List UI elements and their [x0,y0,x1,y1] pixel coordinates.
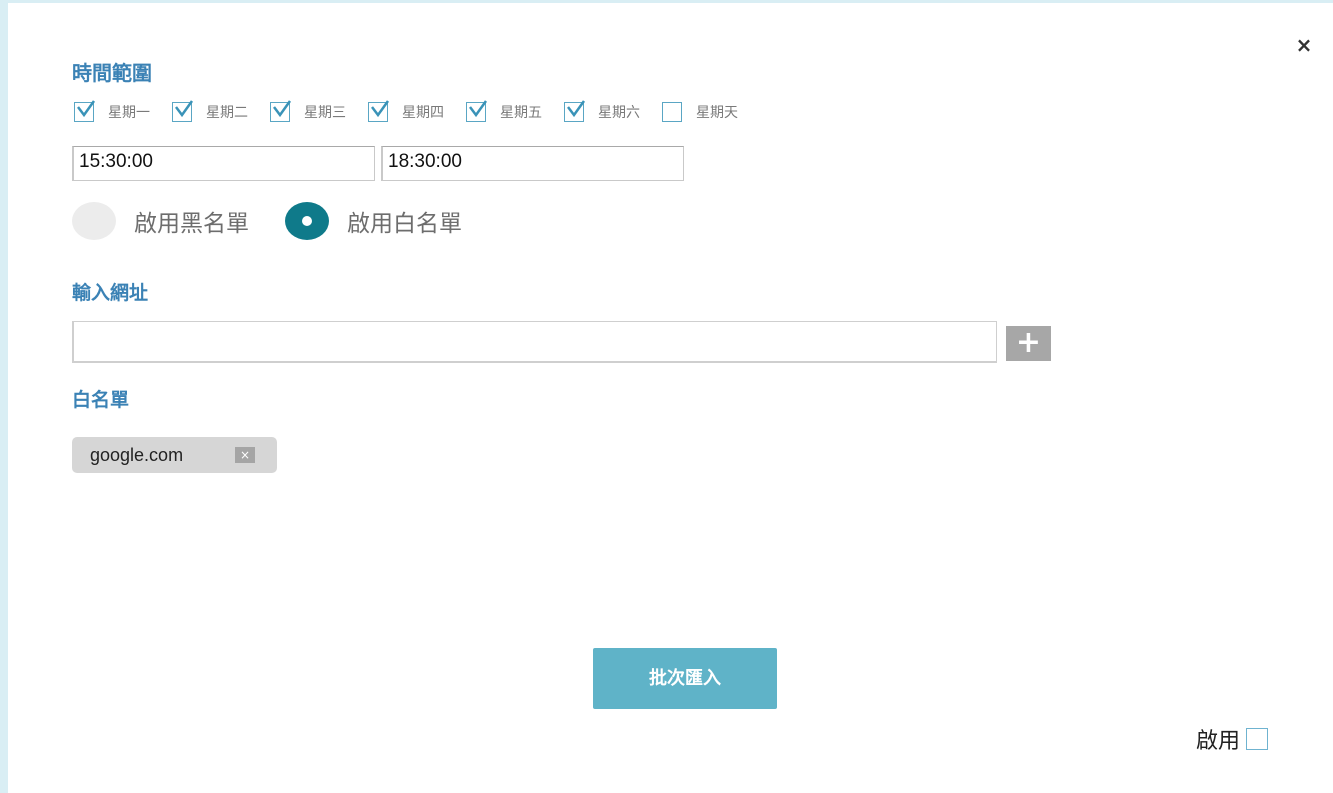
day-label: 星期三 [304,105,346,121]
checkbox-icon[interactable] [662,102,682,122]
checkbox-icon[interactable] [564,100,586,122]
time-range-title: 時間範圍 [72,61,152,85]
close-button[interactable]: × [1290,31,1318,59]
url-input[interactable] [72,321,997,363]
day-saturday[interactable]: 星期六 [564,100,640,122]
batch-import-button[interactable]: 批次匯入 [593,648,777,709]
tag-domain: google.com [90,444,184,465]
checkbox-icon[interactable] [368,100,390,122]
enable-label: 啟用 [1196,729,1241,754]
whitelist-option[interactable]: 啟用白名單 [285,202,462,240]
whitelist-dialog: × 時間範圍 星期一 星期二 星期三 星期四 星期五 星期六 星期天 15:30… [0,0,1333,793]
checkbox-icon[interactable] [270,100,292,122]
day-label: 星期五 [500,105,542,121]
checkbox-icon[interactable] [74,100,96,122]
radio-unselected-icon[interactable] [72,202,116,240]
day-monday[interactable]: 星期一 [74,100,150,122]
day-wednesday[interactable]: 星期三 [270,100,346,122]
whitelist-tag: google.com × [72,437,277,473]
day-label: 星期六 [598,105,640,121]
day-label: 星期二 [206,105,248,121]
day-tuesday[interactable]: 星期二 [172,100,248,122]
enable-checkbox[interactable] [1246,728,1269,750]
radio-selected-icon[interactable] [285,202,329,240]
checkbox-icon[interactable] [172,100,194,122]
list-mode-selector: 啟用黑名單 啟用白名單 [72,199,498,243]
radio-label: 啟用白名單 [347,211,462,237]
day-label: 星期四 [402,105,444,121]
day-label: 星期天 [696,105,738,121]
whitelist-title: 白名單 [72,389,130,411]
blacklist-option[interactable]: 啟用黑名單 [72,202,249,240]
url-title: 輸入網址 [72,282,149,304]
remove-tag-icon[interactable]: × [235,447,255,463]
end-time-input[interactable]: 18:30:00 [381,146,684,181]
day-label: 星期一 [108,105,150,121]
enable-toggle[interactable]: 啟用 [1196,723,1269,755]
day-thursday[interactable]: 星期四 [368,100,444,122]
day-friday[interactable]: 星期五 [466,100,542,122]
radio-label: 啟用黑名單 [134,211,249,237]
start-time-input[interactable]: 15:30:00 [72,146,375,181]
weekday-selector: 星期一 星期二 星期三 星期四 星期五 星期六 星期天 [74,98,760,126]
checkbox-icon[interactable] [466,100,488,122]
day-sunday[interactable]: 星期天 [662,102,738,122]
add-url-button[interactable]: + [1006,326,1051,361]
